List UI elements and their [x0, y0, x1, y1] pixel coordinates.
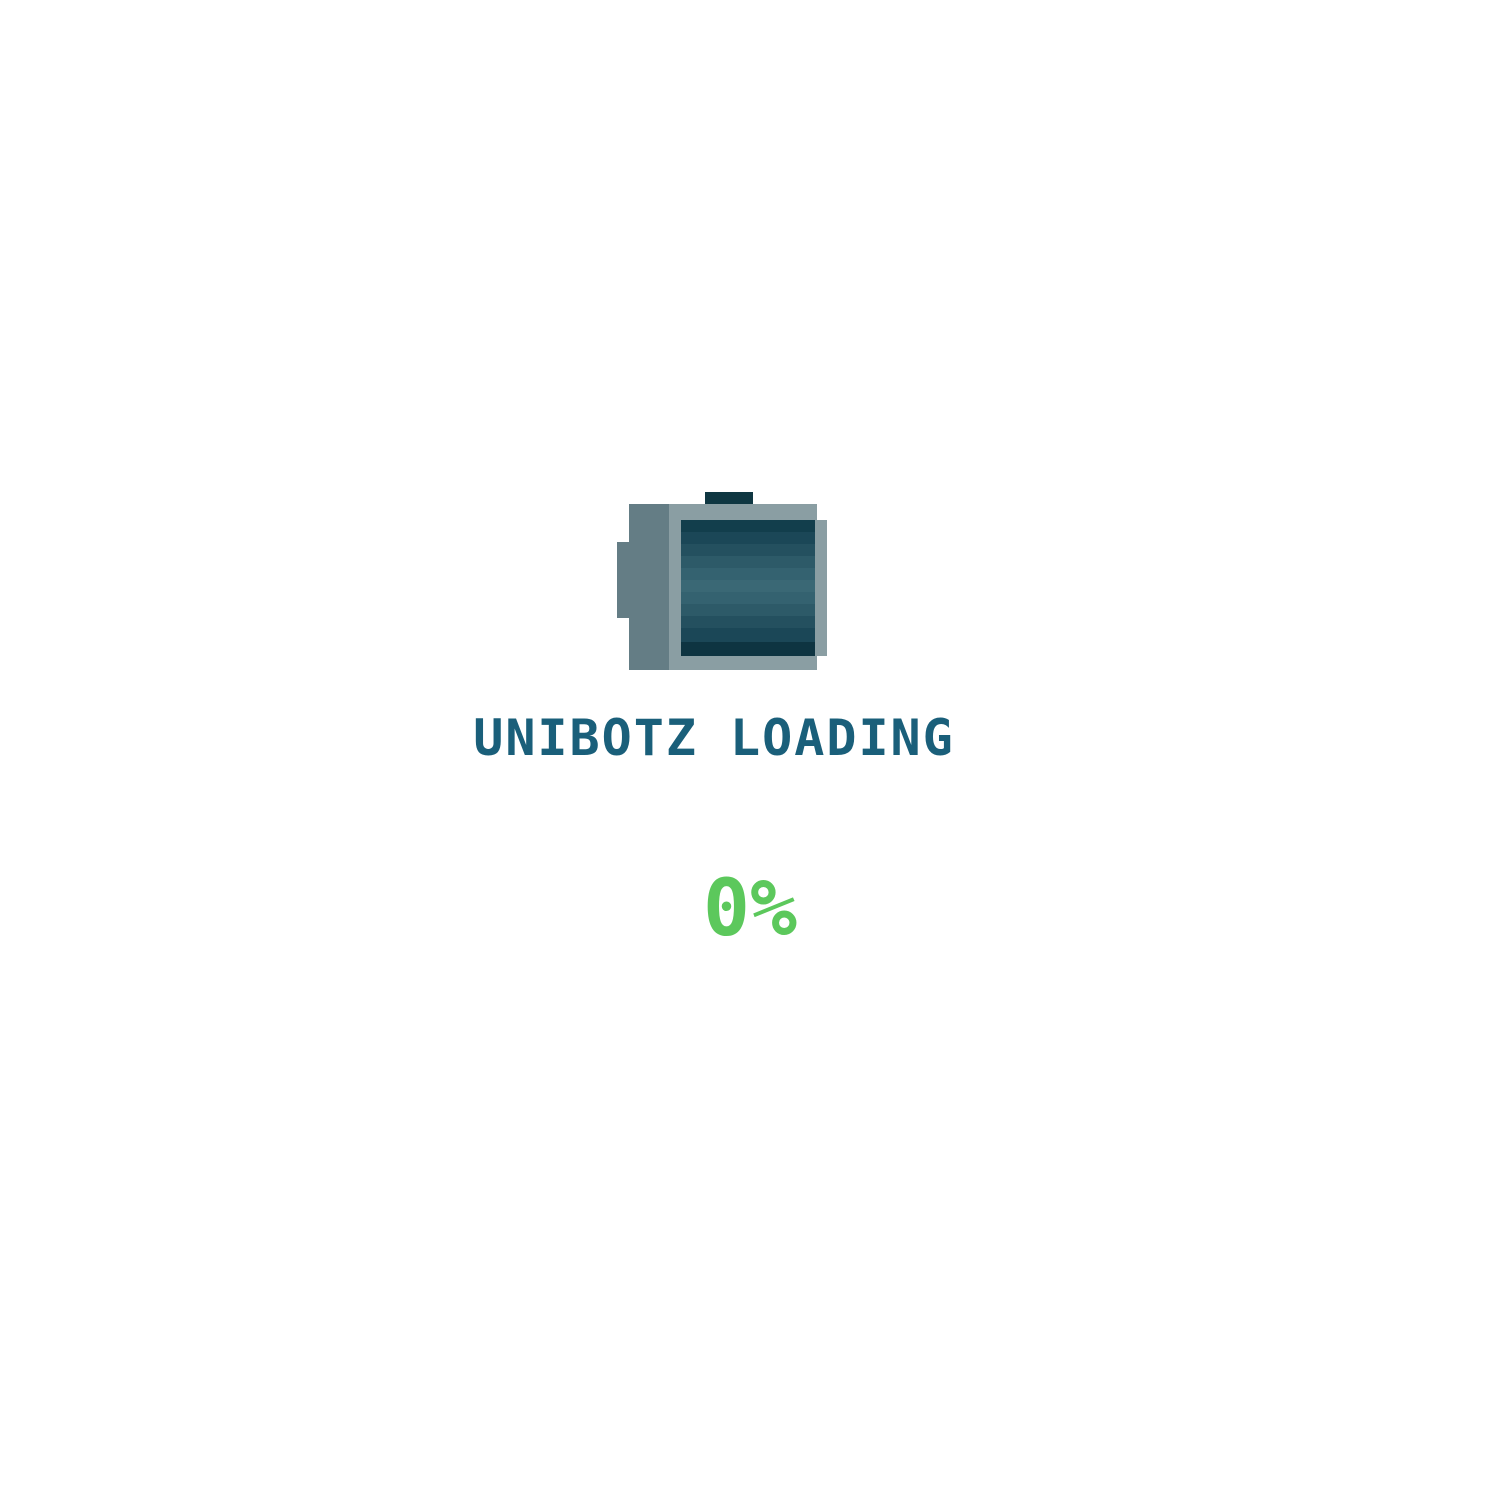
battery-divider — [669, 520, 681, 656]
loading-title: UNIBOTZ LOADING — [473, 709, 955, 767]
battery-terminal — [705, 492, 753, 504]
loading-screen: UNIBOTZ LOADING 0% — [0, 0, 1500, 1500]
battery-icon — [617, 492, 827, 670]
battery-frame-edge — [815, 520, 827, 656]
battery-body — [681, 520, 815, 656]
battery-cap-rim — [617, 542, 631, 618]
progress-percent: 0% — [703, 864, 797, 954]
